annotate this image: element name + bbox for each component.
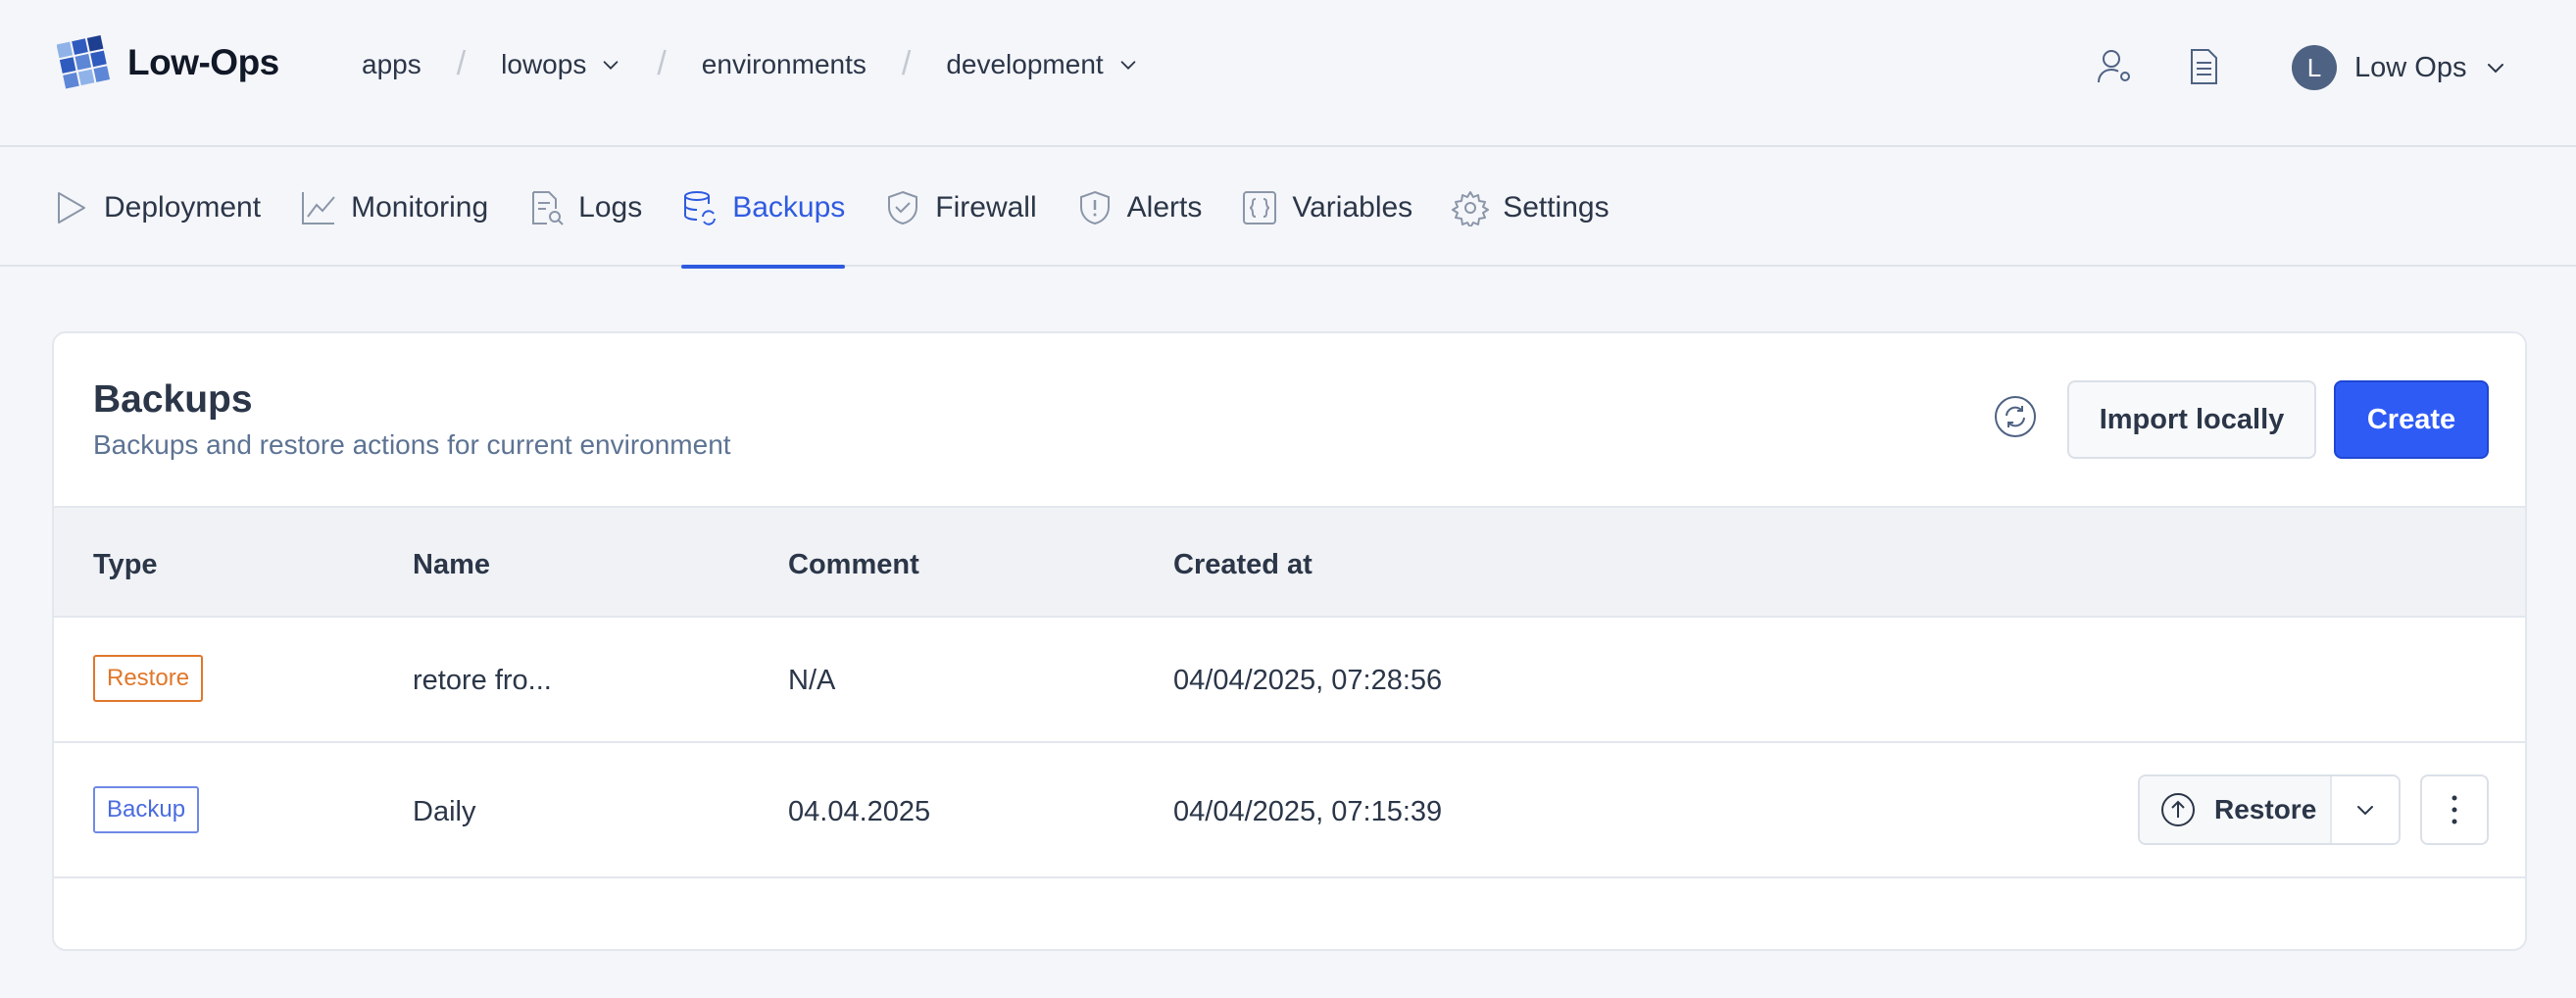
row-created-at: 04/04/2025, 07:28:56 bbox=[1173, 665, 1443, 696]
table-row[interactable]: Backup Daily 04.04.2025 04/04/2025, 07:1… bbox=[54, 743, 2525, 878]
app-name: Low-Ops bbox=[127, 42, 279, 82]
tab-alerts[interactable]: Alerts bbox=[1076, 149, 1203, 267]
braces-icon bbox=[1243, 191, 1277, 225]
breadcrumb-apps[interactable]: apps bbox=[362, 49, 421, 80]
tab-settings[interactable]: Settings bbox=[1452, 149, 1610, 267]
chevron-down-icon bbox=[2488, 64, 2504, 74]
breadcrumb-development[interactable]: development bbox=[946, 49, 1138, 80]
page-subtitle: Backups and restore actions for current … bbox=[93, 429, 731, 460]
more-vertical-icon bbox=[2452, 795, 2457, 824]
chevron-down-icon bbox=[2357, 806, 2373, 816]
restore-button-label: Restore bbox=[2214, 794, 2317, 824]
avatar: L bbox=[2292, 45, 2337, 90]
play-icon bbox=[58, 192, 85, 224]
breadcrumb-label: environments bbox=[701, 48, 867, 79]
chevron-down-icon bbox=[1120, 60, 1136, 70]
tab-monitoring[interactable]: Monitoring bbox=[300, 149, 488, 267]
tab-deployment[interactable]: Deployment bbox=[53, 149, 261, 267]
import-locally-button[interactable]: Import locally bbox=[2067, 380, 2316, 459]
breadcrumb-environments[interactable]: environments bbox=[702, 49, 867, 80]
tab-firewall[interactable]: Firewall bbox=[884, 149, 1037, 267]
shield-check-icon bbox=[888, 190, 918, 225]
restore-button[interactable]: Restore bbox=[2140, 776, 2330, 843]
document-search-icon bbox=[532, 191, 564, 225]
more-actions-button[interactable] bbox=[2420, 774, 2489, 845]
shield-alert-icon bbox=[1079, 190, 1110, 225]
tab-logs[interactable]: Logs bbox=[527, 149, 642, 267]
tab-label: Variables bbox=[1292, 191, 1413, 224]
breadcrumb-separator: / bbox=[901, 45, 912, 82]
breadcrumb-label: lowops bbox=[501, 48, 587, 79]
tab-bar: Deployment Monitoring Logs Backups Firew… bbox=[0, 149, 2576, 269]
backups-card: Backups Backups and restore actions for … bbox=[52, 331, 2527, 951]
row-name: Daily bbox=[413, 796, 476, 827]
tab-label: Alerts bbox=[1126, 191, 1203, 224]
column-header-type[interactable]: Type bbox=[93, 549, 158, 581]
column-header-created-at[interactable]: Created at bbox=[1173, 549, 1313, 581]
row-created-at: 04/04/2025, 07:15:39 bbox=[1173, 796, 1443, 827]
tab-label: Backups bbox=[732, 191, 846, 224]
breadcrumb-lowops[interactable]: lowops bbox=[501, 49, 621, 80]
breadcrumb: apps / lowops / environments / developme… bbox=[362, 45, 1139, 83]
user-menu[interactable]: L Low Ops bbox=[2292, 45, 2507, 90]
column-header-comment[interactable]: Comment bbox=[788, 549, 919, 581]
table-header: Type Name Comment Created at bbox=[54, 506, 2525, 618]
create-button[interactable]: Create bbox=[2334, 380, 2489, 459]
document-icon[interactable] bbox=[2182, 45, 2225, 88]
database-sync-icon bbox=[684, 191, 717, 225]
chart-line-icon bbox=[302, 192, 335, 225]
user-settings-icon[interactable] bbox=[2094, 45, 2137, 88]
tab-label: Logs bbox=[578, 191, 643, 224]
tab-label: Firewall bbox=[935, 191, 1037, 224]
row-name: retore fro... bbox=[413, 665, 552, 696]
tab-label: Settings bbox=[1503, 191, 1610, 224]
top-header: Low-Ops apps / lowops / environments / d… bbox=[0, 0, 2576, 147]
tab-backups[interactable]: Backups bbox=[681, 149, 846, 269]
breadcrumb-separator: / bbox=[456, 45, 467, 82]
app-logo[interactable]: Low-Ops bbox=[57, 35, 279, 90]
row-comment: N/A bbox=[788, 665, 836, 696]
tab-variables[interactable]: Variables bbox=[1241, 149, 1412, 267]
breadcrumb-label: apps bbox=[362, 48, 421, 79]
type-badge-restore: Restore bbox=[93, 655, 204, 702]
user-name: Low Ops bbox=[2354, 51, 2467, 83]
breadcrumb-separator: / bbox=[657, 45, 667, 82]
row-comment: 04.04.2025 bbox=[788, 796, 931, 827]
restore-split-button: Restore bbox=[2138, 774, 2401, 845]
page-title: Backups bbox=[93, 378, 253, 421]
arrow-up-circle-icon bbox=[2161, 793, 2195, 826]
table-row[interactable]: Restore retore fro... N/A 04/04/2025, 07… bbox=[54, 618, 2525, 743]
refresh-icon[interactable] bbox=[1993, 394, 2038, 439]
restore-options-dropdown[interactable] bbox=[2330, 776, 2399, 843]
gear-icon bbox=[1452, 191, 1490, 226]
type-badge-backup: Backup bbox=[93, 786, 200, 833]
tab-label: Monitoring bbox=[351, 191, 489, 224]
breadcrumb-label: development bbox=[946, 48, 1104, 79]
logo-icon bbox=[57, 35, 111, 89]
chevron-down-icon bbox=[604, 60, 619, 70]
column-header-name[interactable]: Name bbox=[413, 549, 490, 581]
tab-label: Deployment bbox=[104, 191, 262, 224]
